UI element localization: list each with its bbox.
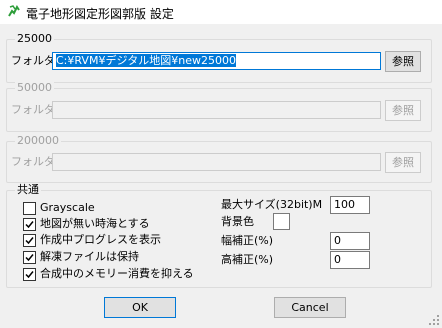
checkbox-reduce-memory[interactable] bbox=[23, 268, 36, 281]
max-size-input[interactable]: 100 bbox=[330, 196, 370, 214]
checkbox-sea-when-no-map[interactable] bbox=[23, 218, 36, 231]
folder-input-25000[interactable]: C:¥RVM¥デジタル地図¥new25000 bbox=[52, 52, 381, 70]
checkbox-sea-when-no-map-label[interactable]: 地図が無い時海とする bbox=[40, 217, 150, 231]
check-icon bbox=[25, 237, 34, 245]
checkbox-grayscale[interactable] bbox=[23, 202, 36, 215]
checkbox-reduce-memory-label[interactable]: 合成中のメモリー消費を抑える bbox=[40, 267, 194, 281]
folder-label-25000: フォルダ bbox=[11, 54, 55, 67]
app-icon bbox=[8, 5, 20, 17]
bg-color-swatch[interactable] bbox=[273, 213, 290, 230]
folder-label-200000: フォルダ bbox=[11, 155, 55, 168]
group-common-legend: 共通 bbox=[15, 183, 41, 197]
height-correction-input[interactable]: 0 bbox=[330, 251, 370, 269]
group-200000: 200000 フォルダ 参照 bbox=[6, 134, 432, 183]
group-50000-legend: 50000 bbox=[15, 81, 54, 95]
checkbox-show-progress-label[interactable]: 作成中プログレスを表示 bbox=[40, 233, 161, 247]
group-25000: 25000 フォルダ C:¥RVM¥デジタル地図¥new25000 参照 bbox=[6, 32, 432, 83]
title-bar: 電子地形図定形図郭版 設定 bbox=[0, 0, 442, 24]
group-common: 共通 Grayscale 地図が無い時海とする 作成中プログレスを表示 解凍ファ… bbox=[6, 183, 432, 288]
check-icon bbox=[25, 254, 34, 262]
group-25000-legend: 25000 bbox=[15, 32, 54, 46]
folder-input-200000[interactable] bbox=[52, 153, 381, 171]
cancel-button[interactable]: Cancel bbox=[274, 297, 346, 318]
check-icon bbox=[25, 221, 34, 229]
checkbox-keep-extracted-label[interactable]: 解凍ファイルは保持 bbox=[40, 250, 139, 264]
checkbox-show-progress[interactable] bbox=[23, 234, 36, 247]
checkbox-keep-extracted[interactable] bbox=[23, 251, 36, 264]
max-size-label: 最大サイズ(32bit)M bbox=[221, 198, 323, 211]
window-title: 電子地形図定形図郭版 設定 bbox=[26, 7, 174, 21]
folder-value-25000: C:¥RVM¥デジタル地図¥new25000 bbox=[56, 54, 236, 67]
browse-button-200000[interactable]: 参照 bbox=[385, 152, 421, 173]
folder-label-50000: フォルダ bbox=[11, 103, 55, 116]
resize-grip-icon[interactable] bbox=[428, 314, 440, 326]
check-icon bbox=[25, 271, 34, 279]
group-50000: 50000 フォルダ 参照 bbox=[6, 81, 432, 132]
bg-color-label: 背景色 bbox=[221, 215, 254, 228]
folder-input-50000[interactable] bbox=[52, 101, 381, 119]
width-correction-label: 幅補正(%) bbox=[221, 234, 274, 247]
checkbox-grayscale-label[interactable]: Grayscale bbox=[40, 201, 95, 215]
height-correction-label: 高補正(%) bbox=[221, 253, 274, 266]
browse-button-50000[interactable]: 参照 bbox=[385, 100, 421, 121]
group-200000-legend: 200000 bbox=[15, 134, 61, 148]
ok-button[interactable]: OK bbox=[104, 297, 176, 318]
width-correction-input[interactable]: 0 bbox=[330, 232, 370, 250]
browse-button-25000[interactable]: 参照 bbox=[385, 51, 421, 72]
